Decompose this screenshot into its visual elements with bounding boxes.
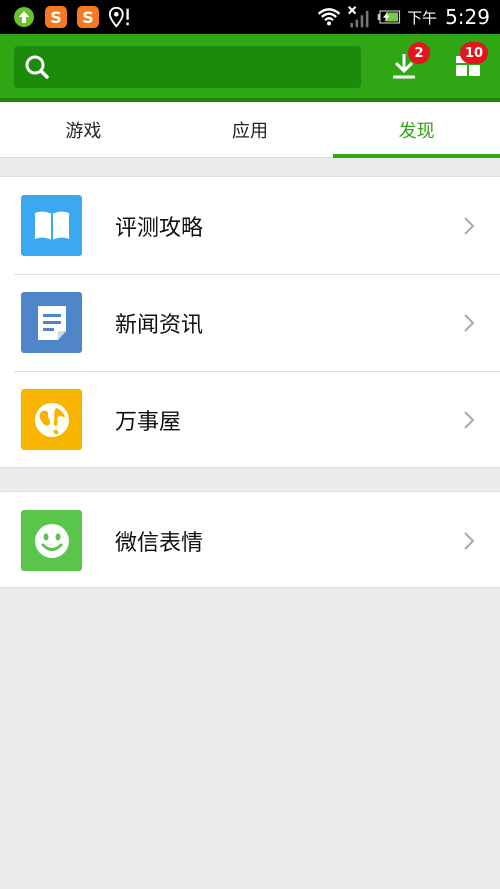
tab-bar: 游戏 应用 发现	[0, 102, 500, 158]
tab-games[interactable]: 游戏	[0, 102, 167, 157]
list-item-label: 微信表情	[115, 530, 204, 556]
tab-apps[interactable]: 应用	[167, 102, 334, 157]
system-status: 下午 5:29	[317, 4, 490, 30]
wifi-icon	[317, 5, 341, 29]
list-item-wanshiwu[interactable]: 万事屋	[0, 371, 500, 468]
location-alert-icon	[108, 5, 132, 29]
globe-icon	[21, 389, 82, 450]
no-signal-icon	[347, 5, 371, 29]
smiley-icon	[21, 510, 82, 571]
chevron-right-icon	[462, 312, 476, 334]
sticker-list: 微信表情	[0, 491, 500, 588]
list-item-reviews[interactable]: 评测攻略	[0, 177, 500, 274]
list-item-news[interactable]: 新闻资讯	[0, 274, 500, 371]
chevron-right-icon	[462, 215, 476, 237]
list-item-label: 评测攻略	[115, 215, 204, 241]
download-count-badge: 2	[408, 42, 430, 64]
tab-discover[interactable]: 发现	[333, 102, 500, 158]
sohu-notification-icon-2: S	[76, 5, 100, 29]
sohu-notification-icon: S	[44, 5, 68, 29]
book-icon	[21, 195, 82, 256]
upload-notification-icon	[12, 5, 36, 29]
svg-text:S: S	[82, 8, 94, 27]
status-time: 5:29	[445, 5, 490, 29]
list-item-label: 新闻资讯	[115, 312, 204, 338]
chevron-right-icon	[462, 409, 476, 431]
list-item-label: 万事屋	[115, 409, 182, 435]
status-bar: S S 下午 5:29	[0, 0, 500, 34]
svg-text:S: S	[50, 8, 62, 27]
notification-icons: S S	[12, 5, 132, 29]
chevron-right-icon	[462, 530, 476, 552]
search-icon	[24, 54, 50, 80]
discover-list: 评测攻略 新闻资讯 万事屋	[0, 176, 500, 468]
battery-charging-icon	[377, 5, 401, 29]
status-ampm: 下午	[407, 8, 438, 27]
list-item-wechat-stickers[interactable]: 微信表情	[0, 492, 500, 589]
search-input[interactable]	[14, 46, 361, 88]
apps-count-badge: 10	[460, 42, 489, 64]
document-icon	[21, 292, 82, 353]
